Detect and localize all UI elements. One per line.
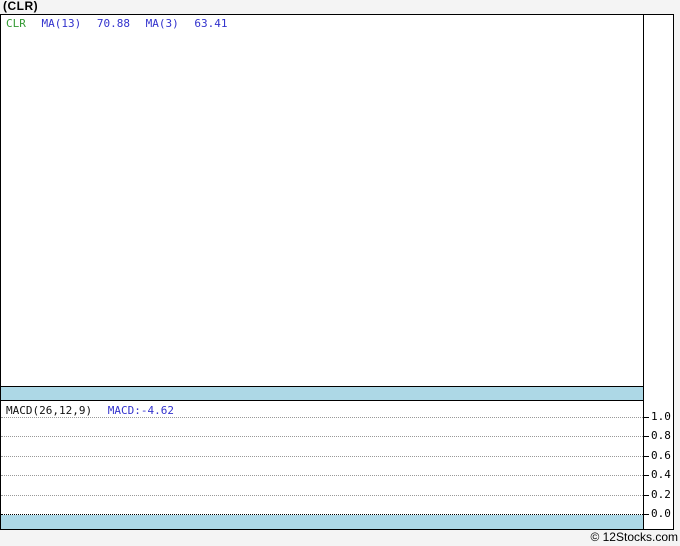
price-panel-legend: CLR MA(13) 70.88 MA(3) 63.41 — [6, 17, 237, 30]
legend-ma13-value: 70.88 — [96, 17, 130, 30]
y-axis-line — [643, 14, 644, 530]
axis-tick-label: 0.0 — [651, 507, 671, 520]
legend-ma13-label: MA(13) — [41, 17, 82, 30]
axis-tick-label: 0.6 — [651, 449, 671, 462]
macd-legend-value: MACD:-4.62 — [107, 404, 174, 417]
axis-tick-label: 0.4 — [651, 468, 671, 481]
axis-tick-label: 1.0 — [651, 410, 671, 423]
bottom-axis-band — [1, 515, 643, 529]
legend-ma3-value: 63.41 — [194, 17, 228, 30]
macd-gridline — [1, 495, 643, 496]
macd-gridline — [1, 475, 643, 476]
macd-panel-legend: MACD(26,12,9) MACD:-4.62 — [6, 404, 183, 417]
axis-tick-label: 0.8 — [651, 429, 671, 442]
macd-gridline — [1, 456, 643, 457]
page-title: (CLR) — [3, 0, 39, 13]
legend-ma3-label: MA(3) — [145, 17, 179, 30]
stock-chart-page: { "page": { "title": "(CLR)", "footer": … — [0, 0, 680, 546]
panel-separator-band — [1, 386, 643, 401]
legend-symbol: CLR — [6, 17, 26, 30]
chart-frame — [0, 14, 674, 530]
macd-gridline — [1, 436, 643, 437]
axis-tick-label: 0.2 — [651, 488, 671, 501]
watermark: © 12Stocks.com — [590, 530, 678, 544]
macd-legend-label: MACD(26,12,9) — [6, 404, 93, 417]
macd-gridline — [1, 417, 643, 418]
